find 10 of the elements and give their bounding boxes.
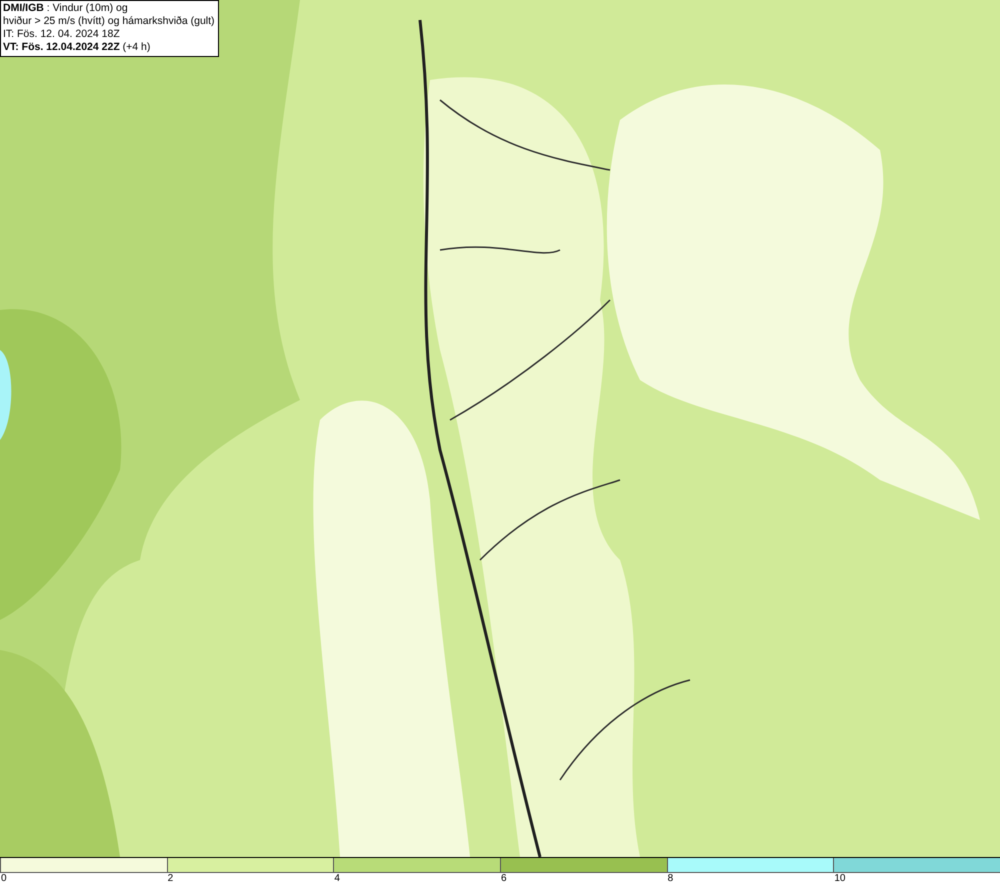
legend-label: 8 xyxy=(666,873,674,885)
info-text: hviður > 25 m/s (hvítt) og hámarkshviða (gult) xyxy=(3,15,215,28)
info-text: DMI/IGB : Vindur (10m) og xyxy=(3,2,129,15)
legend-label: 0 xyxy=(0,873,7,885)
info-text: VT: Fös. 12.04.2024 22Z (+4 h) xyxy=(3,41,152,54)
info-text: IT: Fös. 12. 04. 2024 18Z xyxy=(3,28,121,41)
legend-label: 2 xyxy=(166,873,174,885)
legend-label: 6 xyxy=(500,873,507,885)
legend-label: 10 xyxy=(833,873,846,885)
legend-label: 4 xyxy=(333,873,340,885)
